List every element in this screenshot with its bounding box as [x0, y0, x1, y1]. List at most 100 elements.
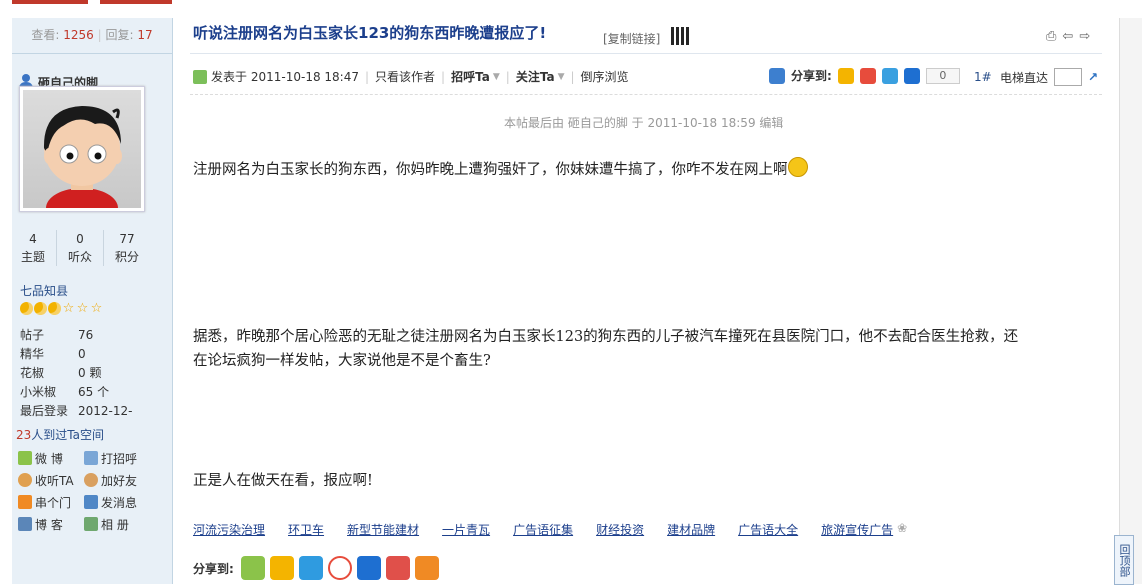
share-qzone-icon[interactable]	[269, 556, 294, 580]
share-weibo-icon[interactable]	[240, 556, 265, 580]
count-points[interactable]: 77 积分	[104, 230, 150, 266]
follow-icon	[18, 473, 32, 487]
moon-icon	[20, 302, 33, 315]
grin-smiley-icon	[787, 157, 808, 177]
follow-link[interactable]: 收听TA	[18, 472, 84, 488]
visit-home-link[interactable]: 串个门	[18, 494, 84, 510]
share-bottom-label: 分享到:	[193, 561, 234, 576]
only-author-link[interactable]: 只看该作者	[375, 68, 435, 85]
author-actions: 微 博 打招呼 收听TA 加好友 串个门 发消息 博 客 相 册	[18, 450, 158, 532]
thread-page: 查看: 1256 | 回复: 17 砸自己的脚 4 主题 0 听众 77 积分 …	[0, 0, 1142, 585]
tag-link[interactable]: 河流污染治理	[193, 521, 265, 538]
share-tencent-icon[interactable]	[298, 556, 323, 580]
reverse-order-link[interactable]: 倒序浏览	[581, 68, 629, 85]
follow-menu[interactable]: 关注Ta	[516, 68, 555, 85]
post-paragraph-3: 在论坛疯狗一样发帖，大家说他是不是个畜生?	[193, 353, 491, 369]
greet-link[interactable]: 打招呼	[84, 450, 150, 466]
print-icon[interactable]: ⎙	[1046, 29, 1056, 44]
next-thread-icon[interactable]: ⇨	[1079, 29, 1090, 44]
sina-weibo-icon[interactable]	[859, 67, 876, 84]
count-listeners[interactable]: 0 听众	[57, 230, 104, 266]
related-tags: 河流污染治理 环卫车 新型节能建材 一片青瓦 广告语征集 财经投资 建材品牌 广…	[193, 521, 907, 538]
moon-icon	[48, 302, 61, 315]
tag-link[interactable]: 财经投资	[596, 521, 644, 538]
thread-title[interactable]: 听说注册网名为白玉家长123的狗东西昨晚遭报应了!	[193, 22, 546, 43]
blog-link[interactable]: 博 客	[18, 516, 84, 532]
add-friend-link[interactable]: 加好友	[84, 472, 150, 488]
top-tab-right[interactable]	[100, 0, 172, 4]
top-tab-left[interactable]	[12, 0, 88, 4]
elevator: 电梯直达 ↗	[1000, 68, 1098, 86]
post-paragraph-1: 注册网名为白玉家长的狗东西，你妈昨晚上遭狗强奸了，你妹妹遭牛搞了，你咋不发在网上…	[193, 157, 808, 182]
star-icon: ☆	[76, 301, 89, 316]
meta-divider	[190, 94, 1102, 95]
thread-tools: ⎙ ⇦ ⇨	[1046, 29, 1090, 44]
title-divider	[190, 53, 1102, 54]
space-visitors[interactable]: 23人到过Ta空间	[16, 426, 104, 443]
views-label: 查看:	[31, 28, 60, 42]
share-sina-icon[interactable]	[327, 556, 352, 580]
weibo-icon	[18, 451, 32, 465]
info-row-last-login: 最后登录 2012-12-	[20, 404, 133, 418]
star-icon: ☆	[62, 301, 75, 316]
message-icon	[84, 495, 98, 509]
tag-link[interactable]: 广告语大全	[738, 521, 798, 538]
author-info: 帖子 76 精华 0 花椒 0 颗 小米椒 65 个 最后登录 2012-12-	[20, 326, 160, 421]
posted-time: 2011-10-18 18:47	[250, 69, 359, 84]
copy-link-button[interactable]: [复制链接]	[603, 30, 660, 47]
home-icon	[18, 495, 32, 509]
elevator-label: 电梯直达	[1000, 70, 1049, 85]
edit-notice: 本帖最后由 砸自己的脚 于 2011-10-18 18:59 编辑	[504, 116, 784, 130]
tencent-weibo-icon[interactable]	[881, 67, 898, 84]
share-top: 分享到: 0	[769, 67, 960, 84]
online-status-icon	[193, 69, 207, 84]
blog-icon	[18, 517, 32, 531]
share-more-icon[interactable]	[414, 556, 439, 580]
share-renren-icon[interactable]	[356, 556, 381, 580]
renren-icon[interactable]	[903, 67, 920, 84]
back-to-top-button[interactable]: 回顶部	[1114, 535, 1134, 585]
count-topics[interactable]: 4 主题	[10, 230, 57, 266]
tag-link[interactable]: 建材品牌	[667, 521, 715, 538]
elevator-input[interactable]	[1054, 68, 1083, 86]
author-rank[interactable]: 七品知县	[20, 282, 68, 299]
posted-prefix: 发表于	[211, 70, 248, 84]
replies-label: 回复:	[105, 28, 134, 42]
share-label: 分享到:	[791, 69, 832, 83]
star-icon: ☆	[90, 301, 103, 316]
tag-link[interactable]: 一片青瓦	[442, 521, 490, 538]
rank-stars: ☆ ☆ ☆	[20, 302, 103, 315]
share-plus-icon[interactable]	[769, 67, 785, 84]
prev-thread-icon[interactable]: ⇦	[1062, 29, 1073, 44]
tag-link[interactable]: 环卫车	[288, 521, 324, 538]
info-row-digest: 精华 0	[20, 347, 86, 361]
send-message-link[interactable]: 发消息	[84, 494, 150, 510]
qzone-icon[interactable]	[837, 67, 854, 84]
elevator-go-icon[interactable]: ↗	[1088, 70, 1098, 84]
greet-menu[interactable]: 招呼Ta	[451, 68, 490, 85]
tag-link[interactable]: 旅游宣传广告	[821, 521, 893, 538]
tag-link[interactable]: 广告语征集	[513, 521, 573, 538]
add-friend-icon	[84, 473, 98, 487]
post-meta: 发表于 2011-10-18 18:47 | 只看该作者 | 招呼Ta ▼ | 关…	[193, 68, 629, 85]
info-row-posts: 帖子 76	[20, 328, 94, 342]
author-counts: 4 主题 0 听众 77 积分	[10, 230, 150, 266]
moon-icon	[34, 302, 47, 315]
info-row-pepper: 花椒 0 颗	[20, 366, 102, 380]
greet-icon	[84, 451, 98, 465]
thread-stats: 查看: 1256 | 回复: 17	[12, 18, 172, 54]
replies-count: 17	[137, 28, 153, 42]
qr-code-icon[interactable]	[671, 27, 689, 45]
album-link[interactable]: 相 册	[84, 516, 150, 532]
info-row-millet-pepper: 小米椒 65 个	[20, 385, 110, 399]
share-count: 0	[925, 67, 960, 84]
post-paragraph-4: 正是人在做天在看，报应啊!	[193, 473, 373, 489]
share-kaixin-icon[interactable]	[385, 556, 410, 580]
album-icon	[84, 517, 98, 531]
avatar[interactable]	[19, 86, 145, 212]
weibo-link[interactable]: 微 博	[18, 450, 84, 466]
floor-number[interactable]: 1#	[974, 70, 992, 84]
paw-icon: ❀	[897, 521, 908, 535]
page-scrollbar[interactable]	[1119, 18, 1142, 584]
tag-link[interactable]: 新型节能建材	[347, 521, 419, 538]
